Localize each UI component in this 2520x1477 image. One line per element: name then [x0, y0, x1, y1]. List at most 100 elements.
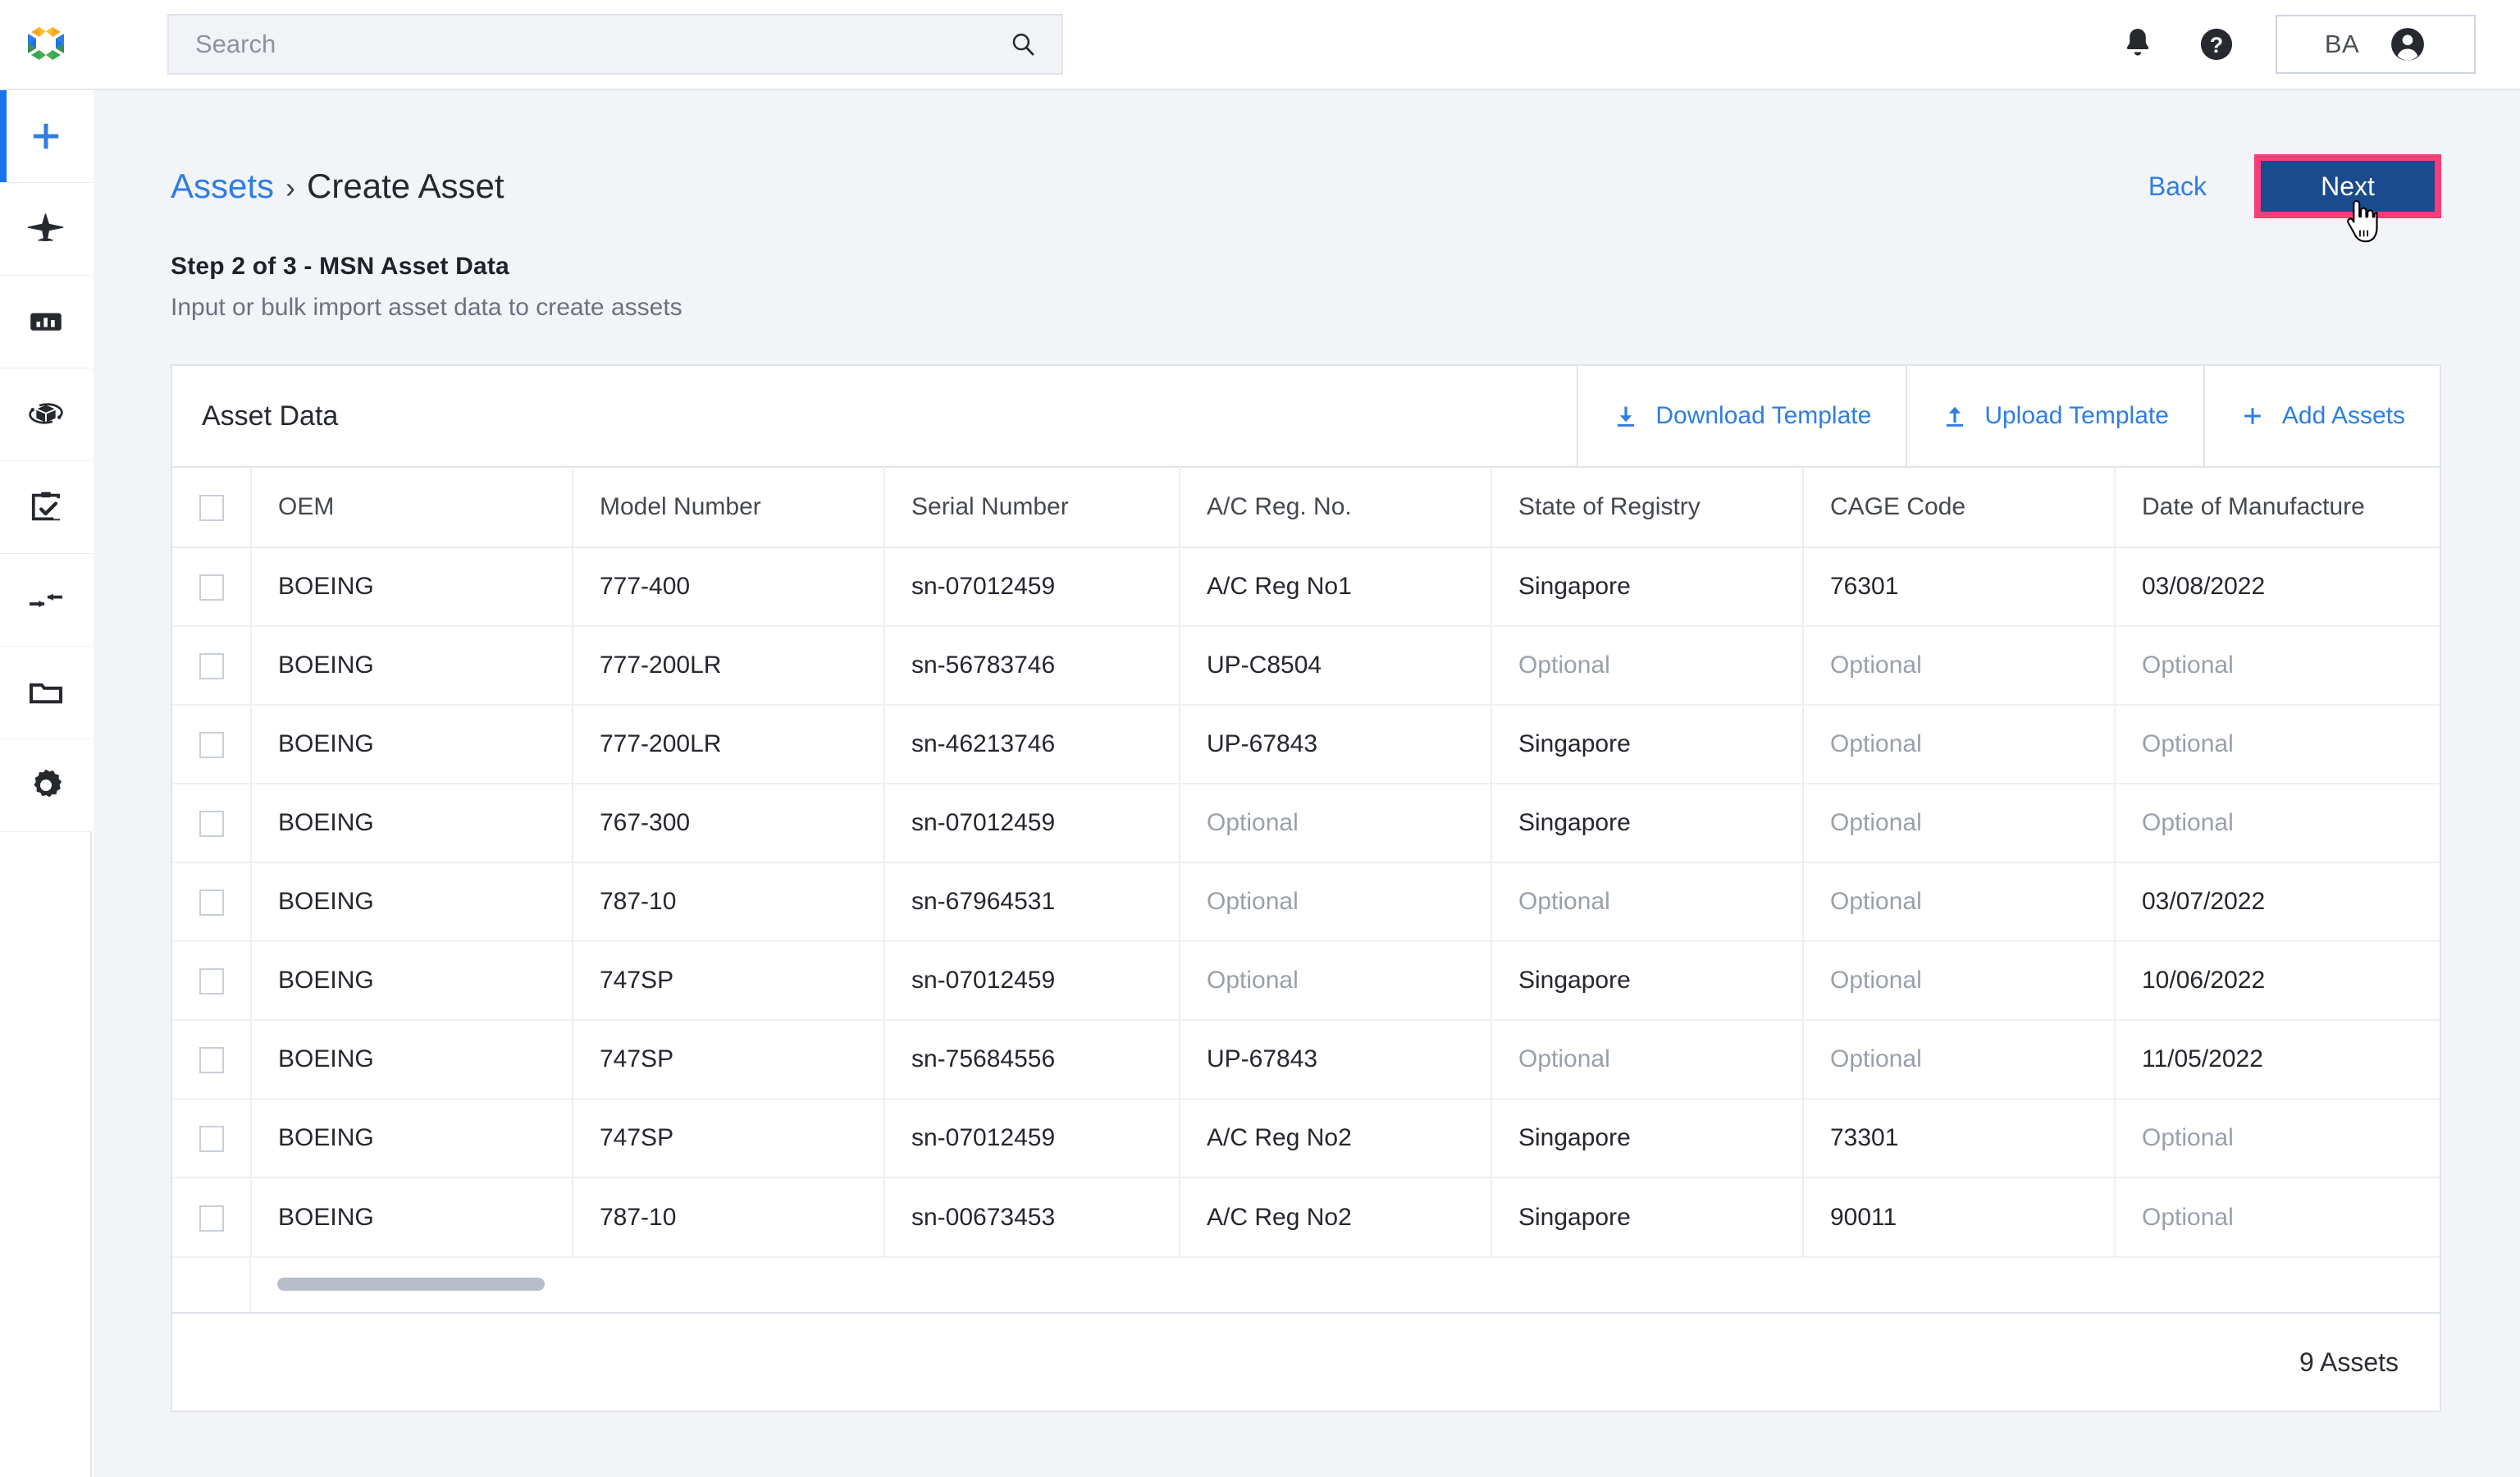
cell-cage-code[interactable]: Optional — [1803, 784, 2116, 863]
cell-state-of-registry[interactable]: Optional — [1491, 626, 1804, 706]
search-box[interactable] — [167, 14, 1063, 75]
cell-date-of-manufacture[interactable]: Optional — [2115, 784, 2440, 863]
cell-model-number[interactable]: 747SP — [573, 1020, 885, 1100]
cell-model-number[interactable]: 787-10 — [573, 1177, 885, 1256]
cell-model-number[interactable]: 767-300 — [573, 784, 885, 863]
breadcrumb-separator: › — [285, 171, 296, 204]
cell-serial-number[interactable]: sn-46213746 — [884, 705, 1180, 784]
cell-model-number[interactable]: 777-200LR — [573, 705, 885, 784]
sidebar-item-transfers[interactable] — [0, 554, 92, 647]
row-checkbox[interactable] — [199, 1047, 224, 1074]
sidebar-item-inventory[interactable] — [0, 368, 92, 461]
cell-date-of-manufacture[interactable]: Optional — [2115, 1099, 2440, 1178]
cell-state-of-registry[interactable]: Optional — [1491, 1020, 1804, 1100]
cell-oem[interactable]: BOEING — [251, 1177, 573, 1256]
cell-serial-number[interactable]: sn-75684556 — [884, 1020, 1180, 1100]
cell-model-number[interactable]: 747SP — [573, 1099, 885, 1178]
cell-oem[interactable]: BOEING — [251, 1099, 573, 1178]
sidebar-item-settings[interactable] — [0, 739, 92, 832]
scrollbar-thumb[interactable] — [277, 1278, 545, 1291]
cell-ac-reg-no[interactable]: UP-67843 — [1180, 1020, 1492, 1100]
cell-date-of-manufacture[interactable]: Optional — [2115, 1177, 2440, 1256]
cell-date-of-manufacture[interactable]: 11/05/2022 — [2115, 1020, 2440, 1100]
cell-ac-reg-no[interactable]: UP-C8504 — [1180, 626, 1492, 706]
cell-oem[interactable]: BOEING — [251, 941, 573, 1021]
cell-cage-code[interactable]: Optional — [1803, 626, 2116, 706]
sidebar-item-aircraft[interactable] — [0, 183, 92, 276]
add-assets-button[interactable]: Add Assets — [2203, 366, 2440, 466]
cell-oem[interactable]: BOEING — [251, 862, 573, 942]
sidebar-item-files[interactable] — [0, 647, 92, 739]
row-checkbox[interactable] — [199, 574, 224, 601]
cell-serial-number[interactable]: sn-07012459 — [884, 941, 1180, 1021]
cell-ac-reg-no[interactable]: Optional — [1180, 784, 1492, 863]
cell-oem[interactable]: BOEING — [251, 784, 573, 863]
cell-date-of-manufacture[interactable]: 03/08/2022 — [2115, 547, 2440, 627]
sidebar-item-dashboard[interactable] — [0, 276, 92, 368]
cell-cage-code[interactable]: Optional — [1803, 1020, 2116, 1100]
scrollbar-track[interactable] — [277, 1278, 2413, 1292]
help-button[interactable]: ? — [2177, 5, 2256, 84]
cell-serial-number[interactable]: sn-56783746 — [884, 626, 1180, 706]
cell-state-of-registry[interactable]: Singapore — [1491, 1099, 1804, 1178]
cell-serial-number[interactable]: sn-07012459 — [884, 784, 1180, 863]
select-all-checkbox[interactable] — [199, 495, 224, 522]
cell-cage-code[interactable]: 90011 — [1803, 1177, 2116, 1256]
account-button[interactable]: BA — [2276, 15, 2476, 74]
cell-cage-code[interactable]: 73301 — [1803, 1099, 2116, 1178]
row-checkbox[interactable] — [199, 732, 224, 759]
cell-oem[interactable]: BOEING — [251, 1020, 573, 1100]
airplane-icon — [27, 213, 64, 241]
cell-model-number[interactable]: 777-400 — [573, 547, 885, 627]
row-checkbox[interactable] — [199, 968, 224, 995]
cell-cage-code[interactable]: Optional — [1803, 941, 2116, 1021]
notifications-button[interactable] — [2098, 5, 2177, 84]
cell-state-of-registry[interactable]: Optional — [1491, 862, 1804, 942]
sidebar-item-add[interactable] — [0, 90, 92, 183]
cell-ac-reg-no[interactable]: A/C Reg No2 — [1180, 1177, 1492, 1256]
search-input[interactable] — [195, 30, 1009, 59]
cell-date-of-manufacture[interactable]: Optional — [2115, 705, 2440, 784]
cell-ac-reg-no[interactable]: Optional — [1180, 941, 1492, 1021]
cell-date-of-manufacture[interactable]: Optional — [2115, 626, 2440, 706]
cell-cage-code[interactable]: 76301 — [1803, 547, 2116, 627]
cell-ac-reg-no[interactable]: A/C Reg No1 — [1180, 547, 1492, 627]
cell-oem[interactable]: BOEING — [251, 547, 573, 627]
horizontal-scrollbar[interactable] — [251, 1258, 2440, 1312]
cell-model-number[interactable]: 747SP — [573, 941, 885, 1021]
cell-state-of-registry[interactable]: Singapore — [1491, 547, 1804, 627]
cell-ac-reg-no[interactable]: UP-67843 — [1180, 705, 1492, 784]
cell-serial-number[interactable]: sn-07012459 — [884, 1099, 1180, 1178]
add-assets-label: Add Assets — [2281, 402, 2405, 429]
cell-state-of-registry[interactable]: Singapore — [1491, 1177, 1804, 1256]
cell-cage-code[interactable]: Optional — [1803, 862, 2116, 942]
download-template-button[interactable]: Download Template — [1577, 366, 1906, 466]
cell-model-number[interactable]: 787-10 — [573, 862, 885, 942]
cell-date-of-manufacture[interactable]: 10/06/2022 — [2115, 941, 2440, 1021]
cell-ac-reg-no[interactable]: Optional — [1180, 862, 1492, 942]
breadcrumb-assets-link[interactable]: Assets — [171, 167, 274, 206]
cell-state-of-registry[interactable]: Singapore — [1491, 784, 1804, 863]
cell-date-of-manufacture[interactable]: 03/07/2022 — [2115, 862, 2440, 942]
sidebar-item-tasks[interactable] — [0, 461, 92, 554]
cell-serial-number[interactable]: sn-67964531 — [884, 862, 1180, 942]
upload-template-button[interactable]: Upload Template — [1906, 366, 2203, 466]
cell-serial-number[interactable]: sn-00673453 — [884, 1177, 1180, 1256]
cell-ac-reg-no[interactable]: A/C Reg No2 — [1180, 1099, 1492, 1178]
row-checkbox[interactable] — [199, 1126, 224, 1153]
cell-serial-number[interactable]: sn-07012459 — [884, 547, 1180, 627]
cell-state-of-registry[interactable]: Singapore — [1491, 941, 1804, 1021]
back-button[interactable]: Back — [2148, 171, 2207, 202]
row-checkbox[interactable] — [199, 889, 224, 917]
row-checkbox[interactable] — [199, 811, 224, 838]
logo-container[interactable] — [0, 0, 92, 89]
cell-oem[interactable]: BOEING — [251, 626, 573, 706]
cell-oem[interactable]: BOEING — [251, 705, 573, 784]
cell-state-of-registry[interactable]: Singapore — [1491, 705, 1804, 784]
row-checkbox[interactable] — [199, 1205, 224, 1232]
search-icon[interactable] — [1009, 30, 1037, 58]
cell-cage-code[interactable]: Optional — [1803, 705, 2116, 784]
cell-model-number[interactable]: 777-200LR — [573, 626, 885, 706]
next-button[interactable]: Next — [2261, 161, 2435, 212]
row-checkbox[interactable] — [199, 653, 224, 680]
